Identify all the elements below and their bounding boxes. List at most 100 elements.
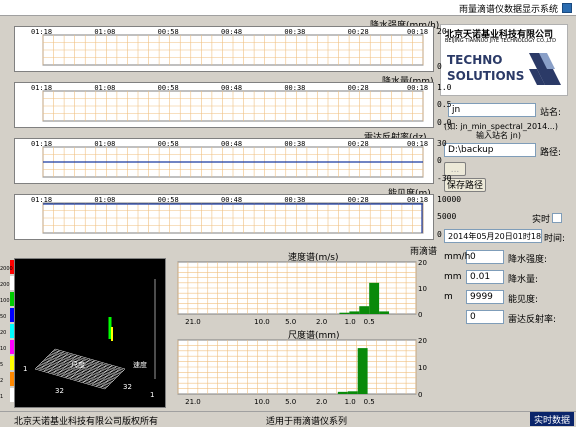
realtime-label: 实时 — [532, 215, 551, 225]
time-tick-label: 01:08 — [94, 28, 115, 36]
ts3-y-bottom: -30 — [437, 174, 452, 183]
ts3-y-top: 30 — [437, 139, 447, 148]
ts4-y-top: 10000 — [437, 195, 462, 204]
size-spectrum-panel: 尺度谱(mm) 20 10 0 0.5 1.0 2.0 5.0 10.0 21.0 — [170, 328, 430, 406]
logo-company-en: BEIJING TIANNUO JIYE TECHNOLOGY CO.,LTD — [445, 38, 556, 44]
legend-value: 100 — [0, 298, 10, 304]
time-tick-label: 01:08 — [94, 140, 115, 148]
legend-value: 2 — [0, 378, 3, 384]
readout-label: 降水量: — [508, 275, 539, 285]
radar-panel: 00:18 00:28 00:38 00:48 00:58 01:08 01:18 — [14, 138, 434, 184]
rainfall-panel: 00:18 00:28 00:38 00:48 00:58 01:08 01:18 — [14, 82, 434, 128]
time-tick-label: 00:58 — [158, 140, 179, 148]
y-tick-label: 20 — [418, 338, 427, 345]
rain-intensity-chart: 00:18 00:28 00:38 00:48 00:58 01:08 01:18 — [31, 28, 428, 66]
legend-swatch — [10, 356, 14, 370]
company-logo: 北京天诺基业科技有限公司 BEIJING TIANNUO JIYE TECHNO… — [440, 24, 568, 96]
time-tick-label: 00:18 — [407, 28, 428, 36]
time-tick-label: 01:18 — [31, 196, 52, 204]
axis-tick-32b: 32 — [123, 383, 132, 391]
time-tick-label: 01:18 — [31, 84, 52, 92]
legend-swatch — [10, 276, 14, 290]
x-tick-label: 10.0 — [254, 318, 270, 326]
legend-value: 2000 — [0, 266, 13, 272]
surface-grid-line — [37, 366, 108, 387]
ts1-y-top: 20 — [437, 27, 447, 36]
bar — [379, 311, 390, 314]
status-realtime: 实时数据 — [530, 412, 575, 426]
time-tick-label: 00:38 — [284, 196, 305, 204]
bar — [349, 311, 360, 314]
station-input[interactable]: jn — [448, 103, 536, 117]
time-label: 时间: — [544, 234, 566, 244]
x-tick-label: 1.0 — [345, 318, 356, 326]
time-tick-label: 00:28 — [348, 196, 369, 204]
time-tick-label: 00:48 — [221, 84, 242, 92]
ts2-y-top: 1.0 — [437, 83, 452, 92]
bar — [369, 282, 380, 314]
radar-chart: 00:18 00:28 00:38 00:48 00:58 01:08 01:18 — [31, 140, 428, 178]
legend-value: 50 — [0, 314, 6, 320]
time-tick-label: 00:18 — [407, 140, 428, 148]
spectrum-3d-plot: 速度 尺度 1 32 32 1 — [14, 258, 166, 408]
logo-brand-line1: TECHNO — [447, 53, 503, 67]
rain-intensity-panel: 00:18 00:28 00:38 00:48 00:58 01:08 01:18 — [14, 26, 434, 72]
time-tick-label: 00:58 — [158, 196, 179, 204]
realtime-checkbox[interactable] — [552, 213, 562, 223]
spectrum-3d-surface: 速度 尺度 1 32 32 1 — [23, 279, 156, 399]
x-tick-label: 5.0 — [285, 398, 296, 406]
y-tick-label: 20 — [418, 260, 427, 267]
y-tick-label: 0 — [418, 311, 422, 319]
y-tick-label: 10 — [418, 364, 427, 372]
readout-value: 9999 — [466, 290, 504, 304]
x-tick-label: 10.0 — [254, 398, 270, 406]
visibility-chart: 00:18 00:28 00:38 00:48 00:58 01:08 01:18 — [31, 196, 428, 234]
time-picker[interactable]: 2014年05月20日01时18分 — [444, 229, 542, 243]
time-tick-label: 00:58 — [158, 84, 179, 92]
color-legend: 2000 200 100 50 20 10 5 2 1 — [0, 258, 14, 408]
x-tick-label: 0.5 — [364, 318, 375, 326]
surface-grid-line — [36, 367, 107, 388]
time-tick-label: 01:08 — [94, 84, 115, 92]
time-tick-label: 00:28 — [348, 84, 369, 92]
legend-swatch — [10, 292, 14, 306]
readout-unit: m — [444, 292, 453, 302]
legend-value: 1 — [0, 394, 3, 400]
bar — [347, 391, 358, 394]
time-tick-label: 00:38 — [284, 84, 305, 92]
legend-swatch — [10, 372, 14, 386]
time-tick-label: 00:28 — [348, 28, 369, 36]
readout-label: 雷达反射率: — [508, 315, 557, 325]
bar — [339, 312, 350, 314]
bar — [337, 391, 348, 394]
x-tick-label: 2.0 — [316, 318, 327, 326]
title-bar: 雨量滴谱仪数据显示系统 — [0, 0, 576, 16]
legend-value: 200 — [0, 282, 10, 288]
time-tick-label: 01:18 — [31, 140, 52, 148]
readout-value: 0 — [466, 250, 504, 264]
path-input[interactable]: D:\backup — [444, 143, 536, 157]
readout-label: 能见度: — [508, 295, 539, 305]
ts2-y-mid: 0.5 — [437, 100, 452, 109]
legend-value: 10 — [0, 346, 6, 352]
status-bar: 北京天诺基业科技有限公司版权所有 适用于雨滴谱仪系列 实时数据 — [0, 411, 576, 427]
rainfall-chart: 00:18 00:28 00:38 00:48 00:58 01:08 01:18 — [31, 84, 428, 122]
time-tick-label: 00:28 — [348, 140, 369, 148]
ts1-y-bottom: 0 — [437, 62, 442, 71]
color-legend-bar: 2000 200 100 50 20 10 5 2 1 — [0, 260, 14, 402]
time-tick-label: 00:18 — [407, 196, 428, 204]
visibility-panel: 00:18 00:28 00:38 00:48 00:58 01:08 01:18 — [14, 194, 434, 240]
legend-value: 5 — [0, 362, 3, 368]
status-applicable: 适用于雨滴谱仪系列 — [266, 417, 348, 427]
time-tick-label: 00:48 — [221, 140, 242, 148]
x-tick-label: 2.0 — [316, 398, 327, 406]
size-spectrum-chart: 20 10 0 0.5 1.0 2.0 5.0 10.0 21.0 — [177, 338, 427, 406]
time-tick-label: 01:18 — [31, 28, 52, 36]
readout-value: 0.01 — [466, 270, 504, 284]
x-tick-label: 21.0 — [185, 318, 201, 326]
bar — [357, 348, 368, 394]
app-icon — [562, 3, 572, 13]
ts4-y-bottom: 0 — [437, 230, 442, 239]
axis-tick-1b: 1 — [150, 391, 154, 399]
time-tick-label: 00:38 — [284, 28, 305, 36]
